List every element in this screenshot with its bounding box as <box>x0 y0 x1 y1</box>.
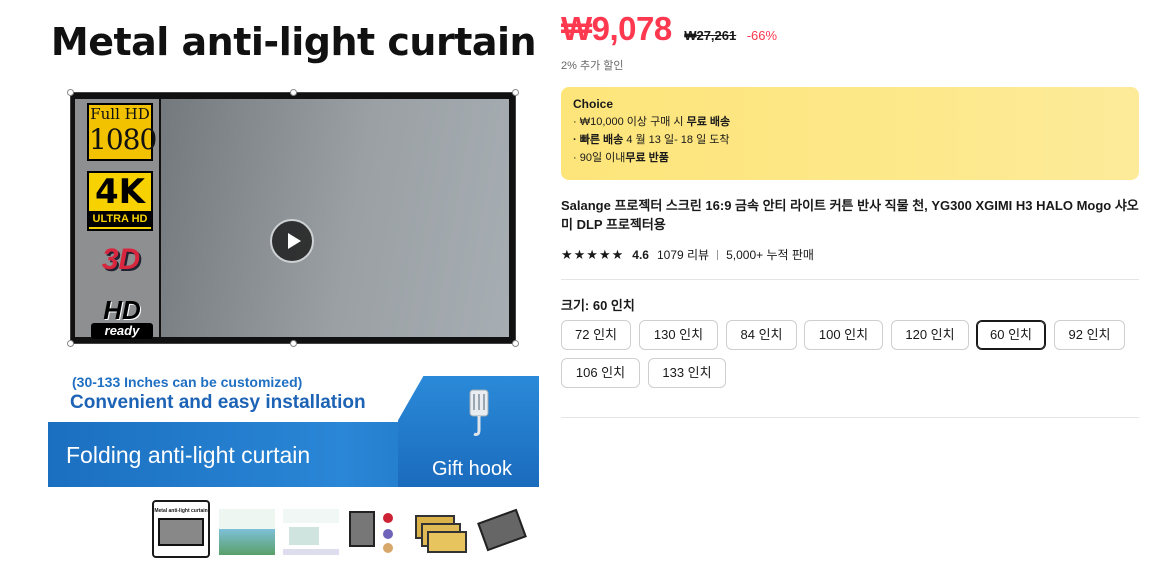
original-price: ₩27,261 <box>684 28 737 43</box>
frame-handle <box>290 340 297 347</box>
size-option-60[interactable]: 60 인치 <box>976 320 1046 350</box>
gift-hook-text: Gift hook <box>432 458 513 480</box>
thumbnail-item[interactable] <box>218 500 276 558</box>
rating-row: ★★★★★ 4.6 1079 리뷰 5,000+ 누적 판매 <box>561 246 814 263</box>
product-title: Salange 프로젝터 스크린 16:9 금속 안티 라이트 커튼 반사 직물… <box>561 198 1139 232</box>
section-divider <box>561 417 1139 418</box>
4k-badge: 4K ULTRA HD <box>87 171 153 231</box>
price-row: ₩9,078 ₩27,261 -66% <box>561 10 777 48</box>
fast-delivery-line: · 빠른 배송 4 월 13 일- 18 일 도착 <box>573 134 730 146</box>
current-price: ₩9,078 <box>561 10 672 47</box>
feature-banner: (30-133 Inches can be customized) Conven… <box>48 374 539 487</box>
size-option-133[interactable]: 133 인치 <box>648 358 726 388</box>
divider <box>717 249 719 260</box>
free-shipping-line: · ₩10,000 이상 구매 시 무료 배송 <box>573 116 731 128</box>
image-title-text: Metal anti-light curtain <box>50 20 537 64</box>
size-option-72[interactable]: 72 인치 <box>561 320 631 350</box>
product-gallery: Metal anti-light curtain Full HD 1080 4K… <box>48 0 539 558</box>
rating-value: 4.6 <box>632 247 649 262</box>
resolution-badges: Full HD 1080 4K ULTRA HD 3D HD ready <box>75 99 159 339</box>
3d-badge: 3D <box>101 243 141 276</box>
frame-handle <box>67 340 74 347</box>
choice-title: Choice <box>573 97 614 111</box>
size-label: 크기: 60 인치 <box>561 298 635 313</box>
thumbnail-item[interactable]: Metal anti-light curtain <box>152 500 210 558</box>
star-rating-icon: ★★★★★ <box>561 246 625 262</box>
main-product-image[interactable]: Metal anti-light curtain Full HD 1080 4K… <box>48 0 539 487</box>
thumbnail-item[interactable] <box>346 500 404 558</box>
size-option-106[interactable]: 106 인치 <box>561 358 640 388</box>
size-option-92[interactable]: 92 인치 <box>1054 320 1125 350</box>
fullhd-badge: Full HD 1080 <box>87 103 157 161</box>
customizable-size-text: (30-133 Inches can be customized) <box>72 374 303 390</box>
hd-ready-badge: HD ready <box>91 297 153 341</box>
frame-handle <box>512 340 519 347</box>
installation-text: Convenient and easy installation <box>70 392 366 413</box>
free-return-line: · 90일 이내무료 반품 <box>573 152 669 164</box>
size-option-100[interactable]: 100 인치 <box>804 320 883 350</box>
frame-handle <box>512 89 519 96</box>
thumbnail-strip: Metal anti-light curtain <box>152 500 532 560</box>
frame-handle <box>290 89 297 96</box>
size-option-130[interactable]: 130 인치 <box>639 320 718 350</box>
frame-handle <box>67 89 74 96</box>
section-divider <box>561 279 1139 280</box>
thumbnail-item[interactable] <box>410 500 468 558</box>
play-video-button[interactable] <box>270 219 314 263</box>
screen-surface <box>161 99 509 337</box>
review-count-link[interactable]: 1079 리뷰 <box>657 246 709 263</box>
discount-percent: -66% <box>746 28 778 43</box>
thumbnail-item[interactable] <box>282 500 340 558</box>
folding-curtain-text: Folding anti-light curtain <box>66 442 311 468</box>
extra-discount-text: 2% 추가 할인 <box>561 60 624 72</box>
size-option-120[interactable]: 120 인치 <box>891 320 969 350</box>
size-option-84[interactable]: 84 인치 <box>726 320 797 350</box>
thumbnail-item[interactable] <box>474 500 532 558</box>
projector-screen-illustration: Full HD 1080 4K ULTRA HD 3D HD ready <box>67 89 519 347</box>
hook-icon <box>469 389 489 436</box>
sold-count: 5,000+ 누적 판매 <box>726 248 814 262</box>
choice-benefits-box[interactable]: Choice · ₩10,000 이상 구매 시 무료 배송 · 빠른 배송 4… <box>561 87 1139 180</box>
